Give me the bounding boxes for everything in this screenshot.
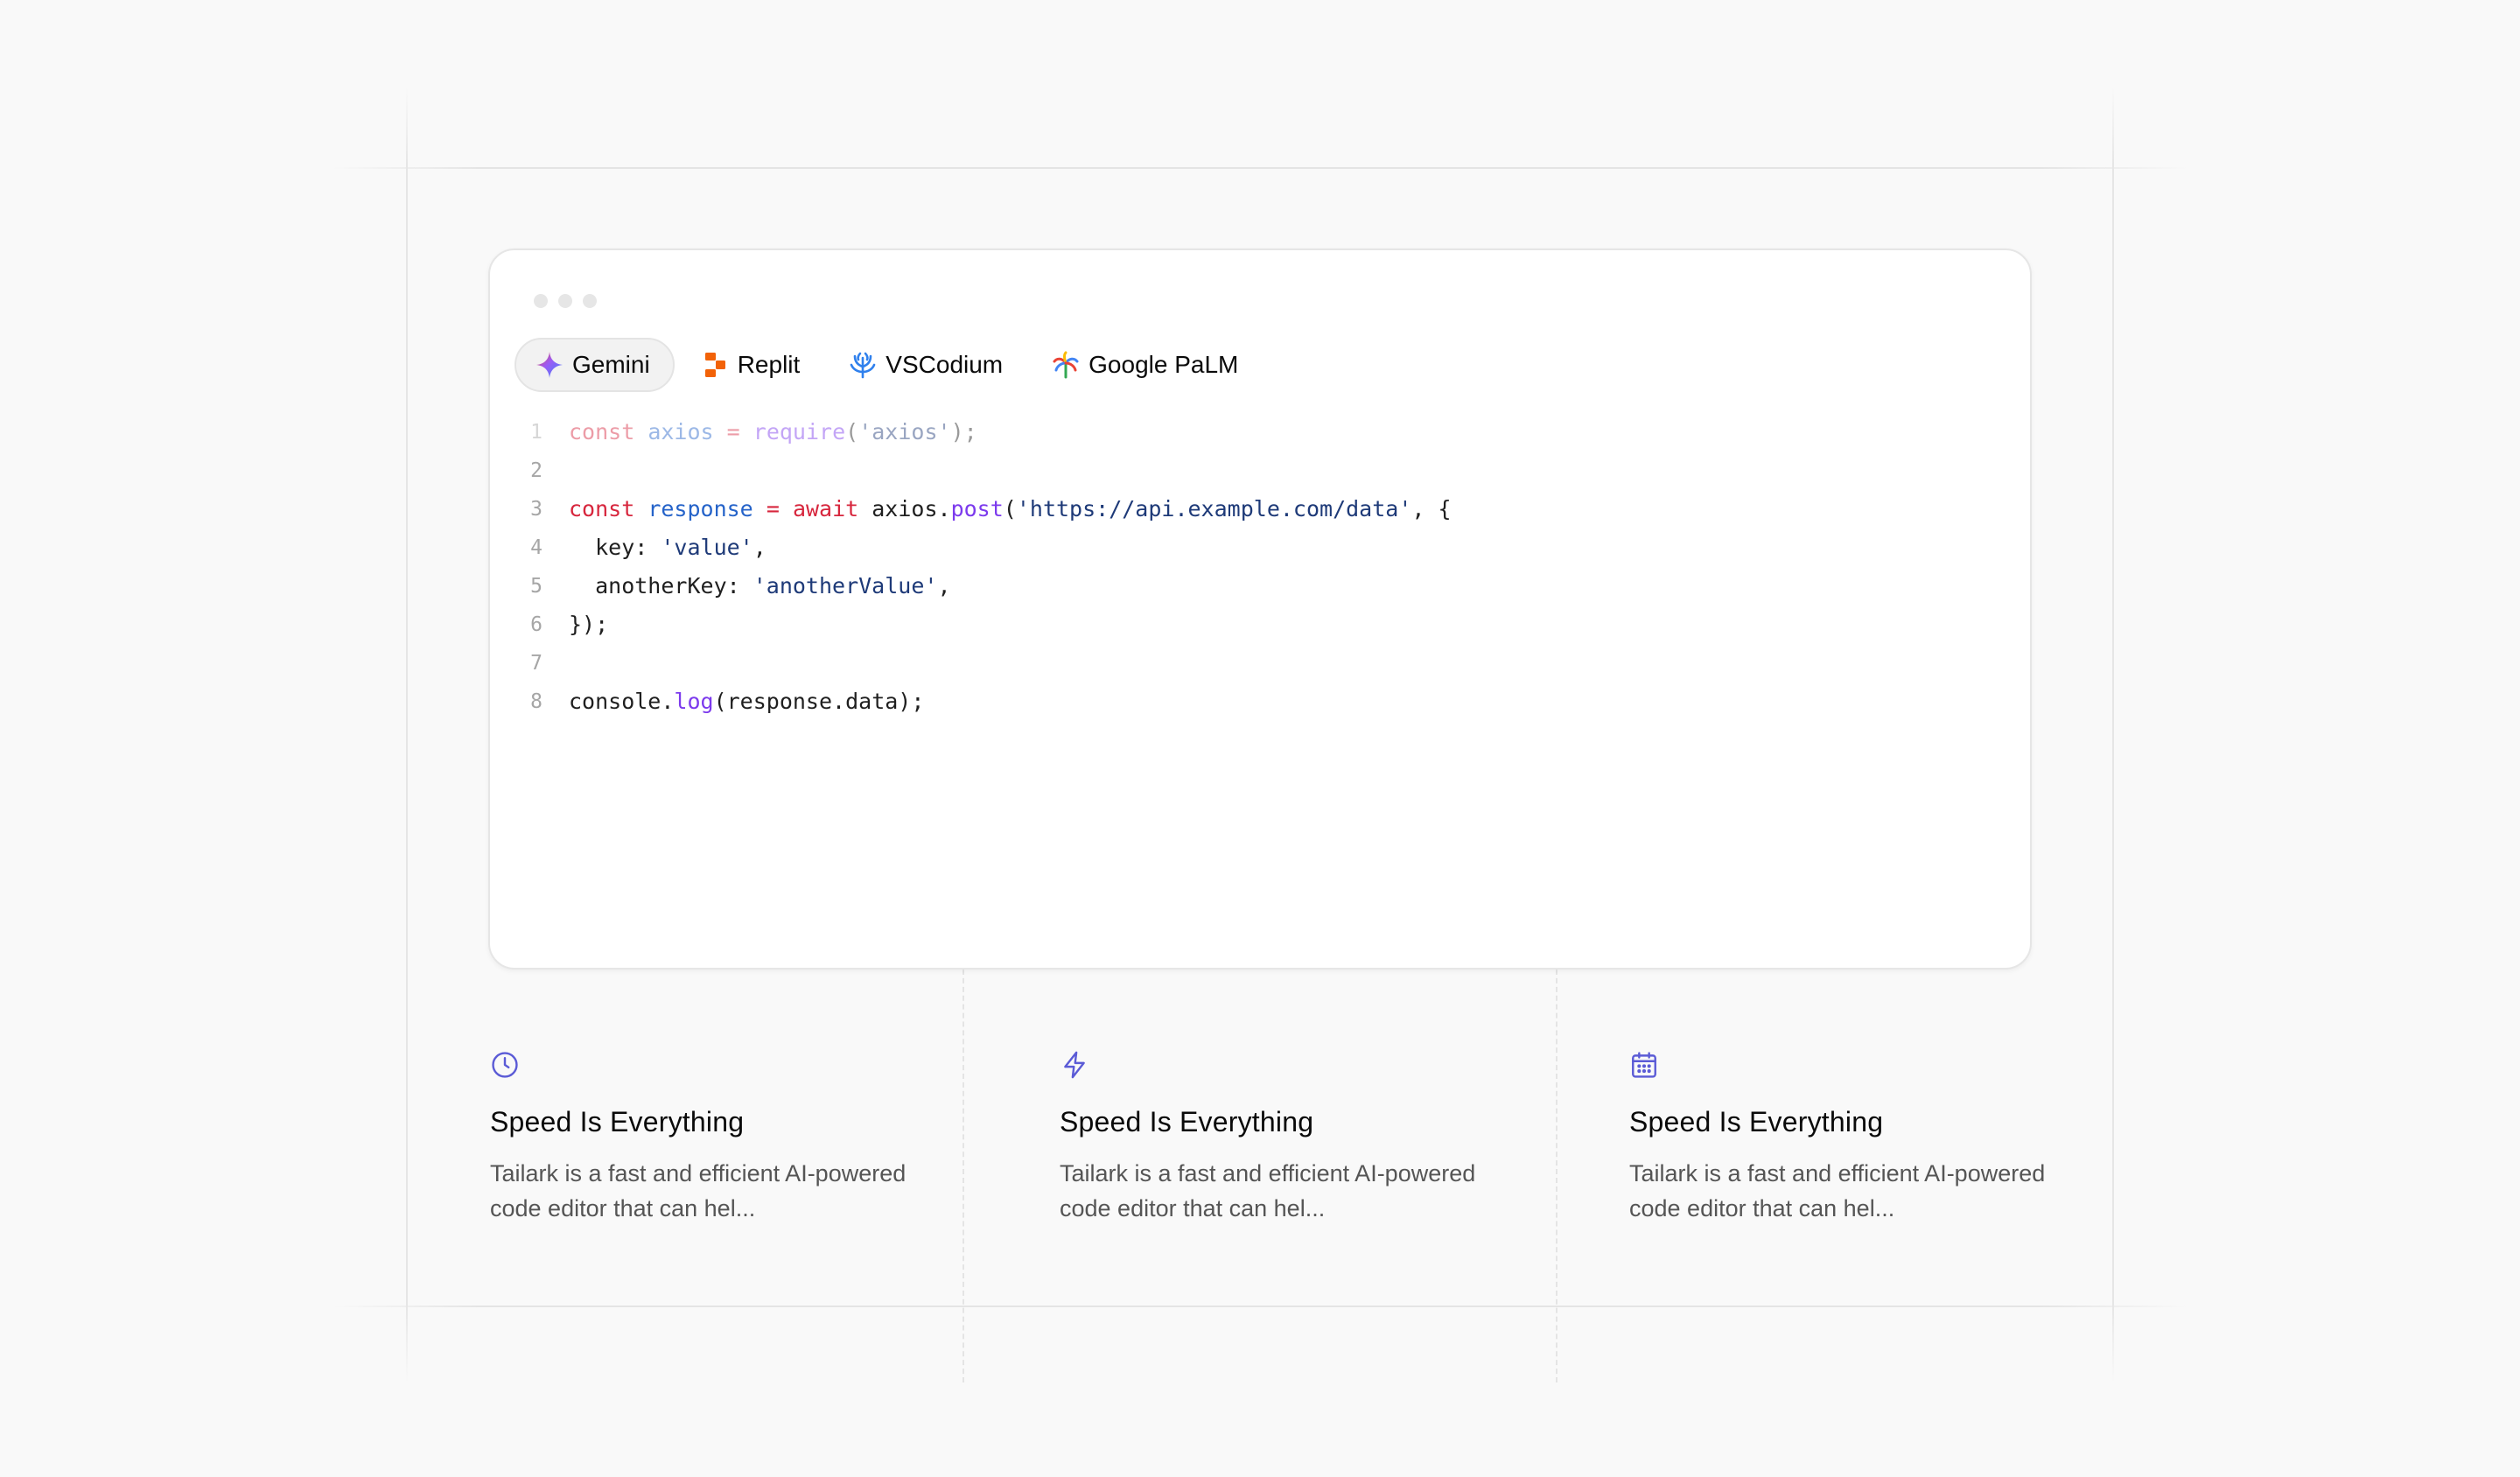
clock-icon xyxy=(490,1050,928,1080)
lightning-icon xyxy=(1060,1050,1497,1080)
code-line: 8 console.log(response.data); xyxy=(490,682,2030,721)
tab-label: Gemini xyxy=(572,351,650,378)
feature-title: Speed Is Everything xyxy=(1629,1106,1884,1138)
feature-divider-1 xyxy=(962,970,964,1382)
tab-label: VSCodium xyxy=(886,351,1004,378)
grid-line-top xyxy=(332,167,2188,169)
line-number: 4 xyxy=(530,536,542,559)
code-line: 5 anotherKey: 'anotherValue', xyxy=(490,567,2030,606)
line-number: 7 xyxy=(530,652,542,675)
code-line: 1 const axios = require('axios'); xyxy=(490,413,2030,452)
code-line-text: const response = await axios.post('https… xyxy=(569,496,1452,522)
grid-line-bottom xyxy=(332,1306,2188,1307)
code-line: 6 }); xyxy=(490,606,2030,644)
grid-line-right xyxy=(2112,88,2114,1382)
feature-title: Speed Is Everything xyxy=(1060,1106,1314,1138)
window-dot-maximize[interactable] xyxy=(583,294,597,308)
gemini-icon xyxy=(536,351,564,379)
code-line: 7 xyxy=(490,644,2030,682)
tab-label: Google PaLM xyxy=(1088,351,1239,378)
vscodium-icon xyxy=(849,351,877,379)
line-number: 8 xyxy=(530,690,542,713)
code-line-text: console.log(response.data); xyxy=(569,689,925,714)
code-line: 4 key: 'value', xyxy=(490,528,2030,567)
code-line-text: key: 'value', xyxy=(569,535,766,560)
line-number: 6 xyxy=(530,613,542,636)
line-number: 2 xyxy=(530,459,542,482)
tab-vscodium[interactable]: VSCodium xyxy=(830,338,1026,392)
code-line-text: const axios = require('axios'); xyxy=(569,419,977,444)
line-number: 5 xyxy=(530,575,542,598)
feature-description: Tailark is a fast and efficient AI-power… xyxy=(1629,1160,2046,1222)
code-editor-window: Gemini Replit VSCodium Google PaLM 1 con… xyxy=(488,248,2032,970)
feature-description: Tailark is a fast and efficient AI-power… xyxy=(490,1160,906,1222)
tab-google-palm[interactable]: Google PaLM xyxy=(1032,338,1261,392)
code-line-text: anotherKey: 'anotherValue', xyxy=(569,573,951,598)
code-block[interactable]: 1 const axios = require('axios'); 2 3 co… xyxy=(490,413,2030,721)
feature-divider-2 xyxy=(1556,970,1558,1382)
window-dot-close[interactable] xyxy=(534,294,548,308)
grid-line-left xyxy=(406,88,408,1382)
feature-title: Speed Is Everything xyxy=(490,1106,745,1138)
code-line: 2 xyxy=(490,452,2030,490)
feature-speed-2: Speed Is Everything Tailark is a fast an… xyxy=(1060,1050,1497,1226)
replit-icon xyxy=(701,351,729,379)
window-dot-minimize[interactable] xyxy=(558,294,572,308)
feature-speed-3: Speed Is Everything Tailark is a fast an… xyxy=(1629,1050,2067,1226)
feature-description: Tailark is a fast and efficient AI-power… xyxy=(1060,1160,1476,1222)
code-line-text: }); xyxy=(569,612,609,637)
google-palm-icon xyxy=(1052,351,1080,379)
editor-tabs: Gemini Replit VSCodium Google PaLM xyxy=(514,338,1261,392)
line-number: 3 xyxy=(530,498,542,521)
tab-replit[interactable]: Replit xyxy=(682,338,823,392)
tab-gemini[interactable]: Gemini xyxy=(514,338,675,392)
line-number: 1 xyxy=(530,421,542,444)
code-line: 3 const response = await axios.post('htt… xyxy=(490,490,2030,528)
tab-label: Replit xyxy=(737,351,801,378)
feature-speed-1: Speed Is Everything Tailark is a fast an… xyxy=(490,1050,928,1226)
window-controls xyxy=(534,294,597,308)
calendar-icon xyxy=(1629,1050,2067,1080)
